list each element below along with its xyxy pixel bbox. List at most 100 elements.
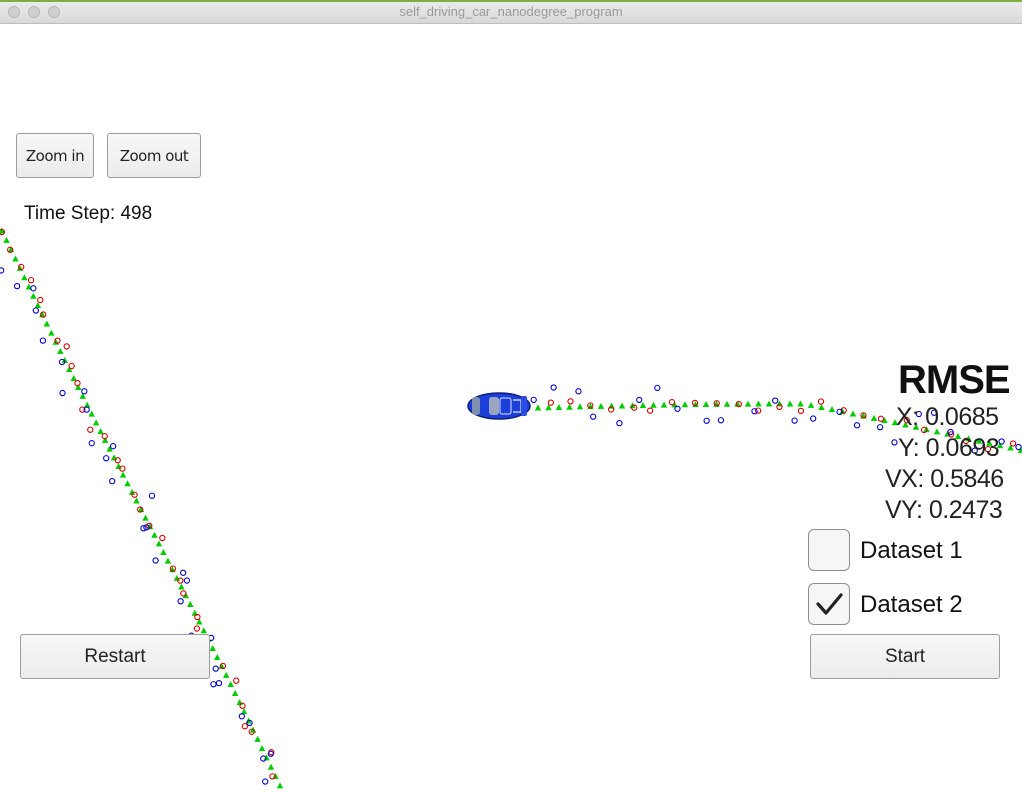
- estimation-point: [227, 680, 234, 687]
- lidar-point: [646, 407, 654, 414]
- radar-point: [39, 337, 47, 344]
- estimation-point: [187, 600, 194, 607]
- estimation-point: [828, 406, 836, 413]
- radar-point: [238, 713, 245, 720]
- radar-point: [30, 285, 37, 292]
- lidar-point: [233, 677, 240, 684]
- estimation-point: [681, 401, 689, 408]
- estimation-point: [155, 540, 163, 547]
- estimation-point: [164, 557, 172, 564]
- lidar-point: [74, 380, 81, 387]
- lidar-point: [193, 625, 201, 632]
- rmse-vx-value: VX: 0.5846: [885, 465, 1004, 493]
- title-bar-accent: [0, 0, 1022, 2]
- radar-point: [530, 396, 537, 403]
- estimation-point: [222, 671, 230, 678]
- dataset-2-checkbox[interactable]: [808, 583, 850, 625]
- estimation-point: [16, 264, 24, 271]
- estimation-point: [870, 414, 878, 421]
- radar-point: [791, 417, 798, 424]
- estimation-point: [92, 419, 100, 426]
- radar-point: [81, 388, 88, 395]
- rmse-vy-value: VY: 0.2473: [885, 496, 1003, 524]
- lidar-point: [567, 398, 574, 405]
- radar-point: [212, 665, 219, 672]
- estimation-point: [849, 410, 857, 417]
- estimation-point: [3, 236, 10, 243]
- radar-point: [88, 440, 95, 447]
- estimation-point: [276, 782, 284, 789]
- rmse-x-value: X: 0.0685: [896, 403, 999, 431]
- lidar-point: [87, 426, 94, 433]
- restart-button[interactable]: Restart: [20, 634, 210, 679]
- window-title: self_driving_car_nanodegree_program: [399, 4, 623, 19]
- estimation-point: [70, 374, 77, 381]
- estimation-point: [650, 401, 657, 408]
- radar-point: [109, 443, 117, 450]
- checkmark-icon: [816, 593, 843, 615]
- radar-point: [262, 778, 269, 785]
- estimation-point: [52, 338, 60, 345]
- radar-point: [550, 384, 557, 391]
- estimation-point: [744, 400, 752, 407]
- radar-point: [717, 417, 725, 424]
- estimation-point: [236, 699, 243, 706]
- radar-point: [32, 307, 39, 314]
- car-icon: [467, 392, 531, 420]
- zoom-out-button[interactable]: Zoom out: [107, 133, 201, 178]
- lidar-point: [1009, 440, 1017, 447]
- radar-point: [636, 396, 643, 404]
- radar-point: [810, 415, 817, 422]
- estimation-point: [119, 471, 127, 478]
- estimation-point: [124, 480, 131, 487]
- estimation-point: [142, 514, 149, 521]
- estimation-point: [723, 400, 731, 407]
- estimation-point: [254, 735, 261, 742]
- estimation-point: [133, 497, 140, 504]
- lidar-point: [668, 399, 676, 406]
- lidar-markers: [0, 228, 1017, 780]
- estimation-point: [881, 417, 888, 424]
- start-button[interactable]: Start: [810, 634, 1000, 679]
- lidar-point: [159, 534, 166, 542]
- zoom-in-button[interactable]: Zoom in: [16, 133, 94, 178]
- estimation-point: [1007, 444, 1014, 451]
- lidar-point: [27, 277, 35, 284]
- radar-point: [891, 439, 898, 446]
- estimation-point: [597, 402, 605, 409]
- dataset-2-label: Dataset 2: [860, 591, 963, 618]
- estimation-point: [660, 401, 668, 408]
- rmse-y-value: Y: 0.0693: [898, 434, 1000, 462]
- estimation-point: [151, 531, 158, 538]
- estimation-point: [807, 401, 815, 408]
- dataset-1-checkbox[interactable]: [808, 529, 850, 571]
- lidar-point: [63, 343, 70, 350]
- radar-point: [772, 397, 779, 404]
- estimation-point: [786, 400, 794, 407]
- estimation-point: [214, 653, 221, 660]
- radar-point: [210, 681, 217, 688]
- estimation-point: [21, 274, 28, 281]
- lidar-point: [547, 399, 554, 406]
- estimation-point: [200, 627, 207, 634]
- estimation-point: [267, 763, 275, 770]
- estimation-point: [160, 548, 167, 555]
- rmse-title: RMSE: [898, 358, 1011, 402]
- radar-point: [654, 384, 661, 391]
- estimation-point: [88, 410, 95, 417]
- estimation-point: [258, 745, 266, 752]
- lidar-point: [37, 296, 44, 304]
- radar-point: [215, 680, 223, 687]
- estimation-point: [818, 404, 825, 411]
- radar-point: [13, 282, 21, 290]
- estimation-point: [110, 454, 118, 461]
- lidar-point: [68, 362, 75, 370]
- estimation-point: [97, 428, 104, 435]
- estimation-point: [43, 320, 51, 327]
- estimation-point: [639, 402, 647, 409]
- estimation-point: [12, 255, 19, 262]
- radar-point: [148, 492, 156, 499]
- radar-point: [183, 577, 191, 584]
- estimation-point: [702, 400, 710, 407]
- radar-point: [751, 408, 758, 415]
